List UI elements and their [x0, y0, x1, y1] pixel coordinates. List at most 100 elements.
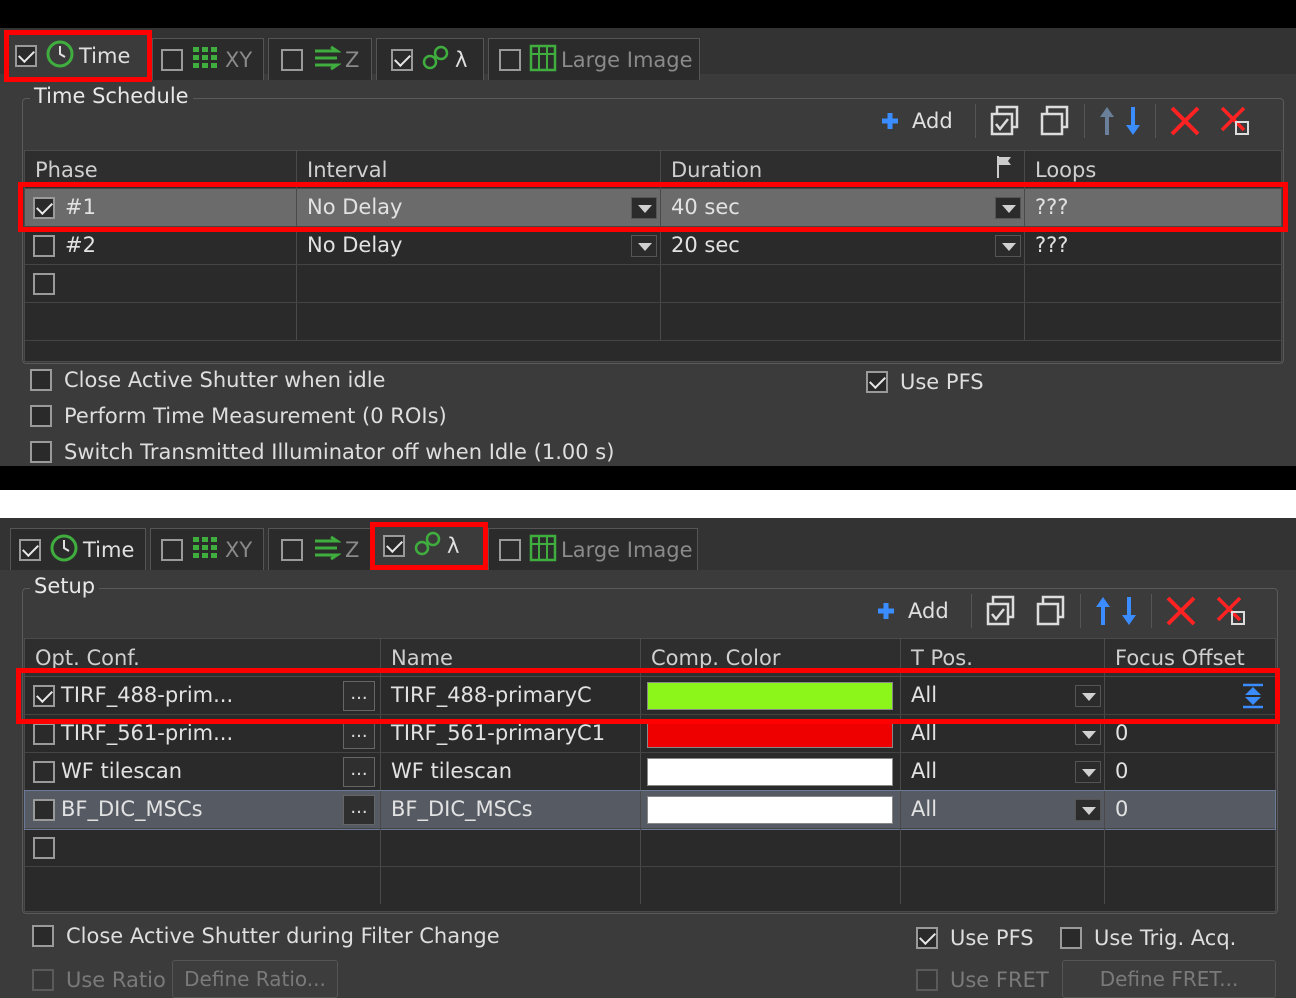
- duration-cell[interactable]: 20 sec: [661, 227, 1025, 264]
- name-cell[interactable]: BF_DIC_MSCs: [381, 791, 641, 828]
- duplicate-icon[interactable]: [1034, 594, 1068, 628]
- move-down-icon[interactable]: [1119, 594, 1139, 628]
- use-ratio-option[interactable]: Use Ratio: [32, 968, 166, 992]
- time-panel: Time XY Z λ Large Image Time Schedule Ad…: [0, 0, 1296, 490]
- setup-toolbar: Add: [876, 594, 1248, 628]
- add-button[interactable]: Add: [880, 109, 953, 133]
- tab-strip: Time XY Z λ Large Image: [0, 518, 1296, 570]
- use-pfs-checkbox[interactable]: [916, 927, 938, 949]
- add-label: Add: [912, 109, 953, 133]
- tab-lambda[interactable]: λ: [376, 38, 484, 80]
- table-row-empty: [25, 303, 1281, 341]
- use-fret-option[interactable]: Use FRET: [916, 968, 1049, 992]
- tab-time-checkbox[interactable]: [19, 538, 41, 561]
- switch-illuminator-checkbox[interactable]: [30, 441, 52, 463]
- name-cell[interactable]: WF tilescan: [381, 753, 641, 790]
- tab-lambda-checkbox[interactable]: [391, 48, 413, 71]
- table-row[interactable]: #2 No Delay 20 sec ???: [25, 227, 1281, 265]
- large-image-icon: [529, 534, 557, 566]
- t-pos-dropdown[interactable]: [1075, 723, 1101, 745]
- close-shutter-filter-option[interactable]: Close Active Shutter during Filter Chang…: [32, 924, 500, 948]
- copy-checked-icon[interactable]: [988, 104, 1022, 138]
- close-shutter-option[interactable]: Close Active Shutter when idle: [30, 368, 385, 392]
- row-checkbox[interactable]: [33, 234, 55, 257]
- tab-large-image-checkbox[interactable]: [499, 48, 521, 71]
- close-shutter-filter-label: Close Active Shutter during Filter Chang…: [66, 924, 500, 948]
- move-up-icon[interactable]: [1097, 104, 1117, 138]
- switch-illuminator-option[interactable]: Switch Transmitted Illuminator off when …: [30, 440, 614, 464]
- t-pos-value: All: [911, 797, 938, 821]
- browse-button[interactable]: ...: [343, 757, 375, 787]
- time-measurement-checkbox[interactable]: [30, 405, 52, 427]
- delete-icon[interactable]: [1164, 594, 1198, 628]
- copy-checked-icon[interactable]: [984, 594, 1018, 628]
- interval-dropdown[interactable]: [631, 235, 657, 257]
- time-measurement-option[interactable]: Perform Time Measurement (0 ROIs): [30, 404, 447, 428]
- row-checkbox[interactable]: [33, 798, 55, 821]
- loops-cell[interactable]: ???: [1025, 227, 1283, 264]
- toolbar-separator: [970, 594, 972, 628]
- toolbar-separator: [1083, 104, 1085, 138]
- tab-z[interactable]: Z: [268, 38, 372, 80]
- table-row[interactable]: WF tilescan ... WF tilescan All 0: [25, 753, 1275, 791]
- browse-button[interactable]: ...: [343, 795, 375, 825]
- delete-all-icon[interactable]: [1218, 104, 1252, 138]
- focus-offset-cell[interactable]: 0: [1105, 753, 1277, 790]
- define-fret-button[interactable]: Define FRET...: [1062, 960, 1276, 998]
- use-pfs-label: Use PFS: [900, 370, 984, 394]
- table-row-empty[interactable]: [25, 265, 1281, 303]
- row-checkbox[interactable]: [33, 722, 55, 745]
- opt-conf-cell: WF tilescan: [61, 759, 183, 783]
- move-down-icon[interactable]: [1123, 104, 1143, 138]
- tab-xy[interactable]: XY: [152, 38, 264, 80]
- tab-xy[interactable]: XY: [150, 528, 264, 570]
- tab-large-image[interactable]: Large Image: [488, 528, 698, 570]
- toolbar-separator: [1150, 594, 1152, 628]
- tab-z[interactable]: Z: [268, 528, 372, 570]
- tab-time-label: Time: [83, 537, 135, 562]
- use-pfs-option[interactable]: Use PFS: [916, 926, 1034, 950]
- tab-xy-checkbox[interactable]: [161, 48, 183, 71]
- use-trig-acq-checkbox[interactable]: [1060, 927, 1082, 949]
- color-swatch-red[interactable]: [647, 720, 893, 748]
- use-trig-acq-option[interactable]: Use Trig. Acq.: [1060, 926, 1236, 950]
- t-pos-dropdown[interactable]: [1075, 799, 1101, 821]
- duration-value: 20 sec: [671, 233, 740, 257]
- close-shutter-filter-checkbox[interactable]: [32, 925, 54, 947]
- add-button[interactable]: Add: [876, 599, 949, 623]
- use-pfs-option[interactable]: Use PFS: [866, 370, 984, 394]
- duration-dropdown[interactable]: [995, 235, 1021, 257]
- color-swatch-white[interactable]: [647, 758, 893, 786]
- table-row-empty[interactable]: [25, 829, 1275, 867]
- tab-strip: Time XY Z λ Large Image: [0, 28, 1296, 80]
- define-ratio-button[interactable]: Define Ratio...: [172, 960, 338, 998]
- tab-large-image-checkbox[interactable]: [499, 538, 521, 561]
- row-checkbox[interactable]: [33, 760, 55, 783]
- tab-xy-checkbox[interactable]: [161, 538, 183, 561]
- tab-time[interactable]: Time: [10, 528, 146, 570]
- delete-icon[interactable]: [1168, 104, 1202, 138]
- use-ratio-checkbox[interactable]: [32, 969, 54, 991]
- focus-offset-cell[interactable]: 0: [1105, 791, 1277, 828]
- interval-cell[interactable]: No Delay: [297, 227, 661, 264]
- table-row[interactable]: BF_DIC_MSCs ... BF_DIC_MSCs All 0: [24, 790, 1277, 830]
- setup-title: Setup: [30, 574, 100, 598]
- switch-illuminator-label: Switch Transmitted Illuminator off when …: [64, 440, 615, 464]
- z-stack-icon: [311, 45, 342, 75]
- use-ratio-label: Use Ratio: [66, 968, 166, 992]
- time-schedule-title: Time Schedule: [30, 84, 193, 108]
- move-up-icon[interactable]: [1093, 594, 1113, 628]
- tab-large-image[interactable]: Large Image: [488, 38, 700, 80]
- row-checkbox[interactable]: [33, 836, 55, 859]
- use-pfs-checkbox[interactable]: [866, 371, 888, 393]
- duplicate-icon[interactable]: [1038, 104, 1072, 138]
- tab-z-checkbox[interactable]: [281, 48, 303, 71]
- tab-z-checkbox[interactable]: [281, 538, 303, 561]
- use-fret-checkbox[interactable]: [916, 969, 938, 991]
- delete-all-icon[interactable]: [1214, 594, 1248, 628]
- highlight-setup-row-1: [16, 668, 1280, 724]
- t-pos-dropdown[interactable]: [1075, 761, 1101, 783]
- close-shutter-checkbox[interactable]: [30, 369, 52, 391]
- row-checkbox[interactable]: [33, 272, 55, 295]
- color-swatch-white[interactable]: [647, 796, 893, 824]
